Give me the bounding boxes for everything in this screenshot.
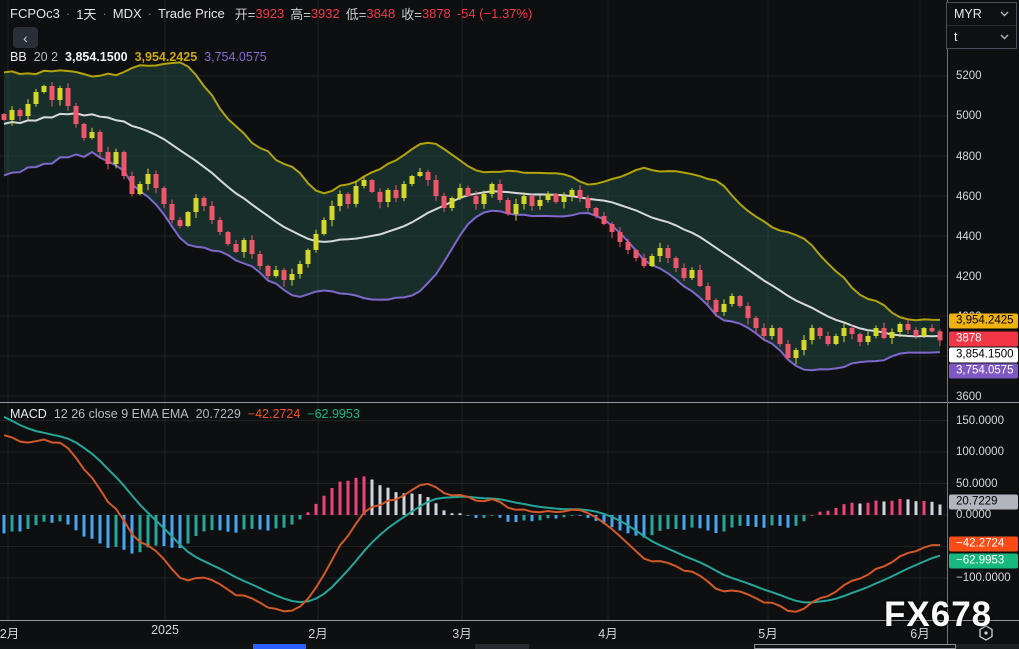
macd-name: MACD [10, 407, 47, 421]
close-label: 收= [401, 7, 422, 22]
macd-tick-label: 50.0000 [956, 478, 998, 490]
macd-signal-value: −62.9953 [307, 407, 360, 421]
macd-indicator-row[interactable]: MACD 12 26 close 9 EMA EMA 20.7229 −42.2… [10, 407, 360, 421]
macd-params: 12 26 close 9 EMA EMA [53, 407, 189, 421]
axis-settings-panel: MYR t [946, 2, 1017, 49]
separator-dot: · [102, 6, 107, 21]
bottom-minimap-strip[interactable] [0, 644, 1019, 649]
separator-dot: · [65, 6, 71, 21]
currency-value: MYR [954, 7, 982, 21]
high-value: 3932 [310, 6, 340, 21]
bb-name: BB [10, 50, 27, 64]
time-axis-label: 2025 [151, 623, 179, 637]
price-tick-label: 3600 [956, 391, 982, 403]
price-tick-label: 4400 [956, 231, 982, 243]
macd-tick-label: 0.0000 [956, 509, 992, 521]
pane-divider[interactable] [0, 402, 1019, 403]
price-tick-label: 4200 [956, 271, 982, 283]
bb-lower-value: 3,754.0575 [204, 50, 267, 64]
exchange-label: MDX [112, 6, 142, 21]
chevron-left-icon: ‹ [23, 29, 28, 46]
minimap-cell[interactable] [956, 644, 1019, 649]
bb-params: 20 2 [33, 50, 59, 64]
price-type-label: Trade Price [158, 6, 225, 21]
macd-tick-label: 100.0000 [956, 446, 1004, 458]
macd-hist-value: 20.7229 [195, 407, 241, 421]
symbol-name[interactable]: FCPOc3 [10, 6, 60, 21]
time-axis-divider [0, 620, 1019, 621]
interval-label[interactable]: 1天 [76, 4, 96, 23]
time-axis-label: 6月 [910, 627, 930, 641]
bb-basis-value: 3,854.1500 [65, 50, 128, 64]
price-axis-badge: 3,954.2425 [949, 313, 1018, 329]
price-tick-label: 5000 [956, 110, 982, 122]
macd-line-value: −42.2724 [247, 407, 301, 421]
back-button[interactable]: ‹ [13, 27, 38, 48]
currency-dropdown[interactable]: MYR [947, 3, 1016, 25]
chevron-down-icon [1000, 34, 1009, 40]
bb-upper-value: 3,954.2425 [134, 50, 198, 64]
symbol-status-row: FCPOc3 · 1天 · MDX · Trade Price 开= 3923 高… [10, 4, 532, 23]
macd-axis-badge: −42.2724 [949, 536, 1018, 552]
unit-value: t [954, 30, 958, 44]
open-label: 开= [234, 7, 256, 22]
macd-tick-label: −100.0000 [956, 572, 1011, 584]
unit-dropdown[interactable]: t [947, 25, 1016, 48]
time-axis-label: 5月 [758, 627, 778, 641]
time-axis-label: 2月 [308, 627, 328, 641]
close-value: 3878 [421, 6, 451, 21]
macd-axis-badge: −62.9953 [949, 553, 1018, 569]
time-axis-label: 3月 [452, 627, 472, 641]
price-tick-label: 4600 [956, 191, 982, 203]
chevron-down-icon [1000, 11, 1009, 17]
separator-dot: · [147, 6, 152, 21]
minimap-selection-box[interactable] [754, 644, 956, 649]
minimap-cell[interactable] [475, 644, 529, 649]
macd-tick-label: 150.0000 [956, 415, 1004, 427]
price-axis-badge: 3878 [949, 331, 1018, 347]
time-axis-label: 12月 [0, 627, 20, 641]
change-value: -54 (−1.37%) [456, 6, 533, 21]
macd-axis-badge: 20.7229 [949, 494, 1018, 510]
low-label: 低= [345, 7, 367, 22]
price-axis-badge: 3,754.0575 [949, 363, 1018, 379]
minimap-cell[interactable] [253, 644, 306, 649]
open-value: 3923 [255, 6, 285, 21]
price-tick-label: 5200 [956, 70, 982, 82]
price-axis-badge: 3,854.1500 [949, 347, 1018, 363]
low-value: 3848 [366, 6, 396, 21]
time-axis-label: 4月 [598, 627, 618, 641]
macd-indicator-pane[interactable] [0, 403, 948, 625]
price-tick-label: 4800 [956, 151, 982, 163]
high-label: 高= [290, 7, 311, 22]
bb-indicator-row[interactable]: BB 20 2 3,854.1500 3,954.2425 3,754.0575 [10, 50, 267, 64]
